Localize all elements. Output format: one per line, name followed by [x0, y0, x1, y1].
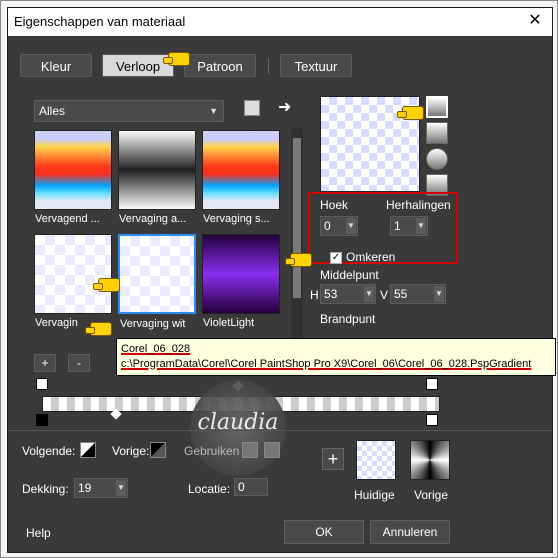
dekking-value: 19 — [78, 481, 92, 495]
material-properties-dialog: Eigenschappen van materiaal ✕ Kleur Verl… — [7, 7, 556, 553]
tooltip-path: c:\ProgramData\Corel\Corel PaintShop Pro… — [121, 358, 532, 370]
gradient-swatch-3[interactable]: Vervaging s... — [202, 130, 280, 225]
h-value: 53 — [324, 287, 338, 301]
close-icon[interactable]: ✕ — [524, 10, 546, 32]
pointing-hand-icon — [85, 322, 112, 336]
watermark-logo: claudia — [190, 380, 286, 476]
color-stop-end[interactable] — [426, 378, 438, 390]
opacity-stop-start[interactable] — [36, 414, 48, 426]
gebruiken-label: Gebruiken — [184, 444, 240, 458]
chevron-down-icon[interactable]: ▼ — [416, 218, 426, 234]
library-icon[interactable] — [244, 100, 260, 116]
gradient-label-3: Vervaging s... — [203, 213, 270, 225]
dekking-input[interactable]: 19 ▼ — [74, 478, 128, 498]
opacity-stop-end[interactable] — [426, 414, 438, 426]
tab-kleur[interactable]: Kleur — [20, 54, 92, 77]
section-divider — [8, 430, 552, 431]
category-value: Alles — [39, 104, 66, 118]
gradient-swatch-4[interactable]: Vervagin — [34, 234, 112, 329]
gradient-swatch-2[interactable]: Vervaging a... — [118, 130, 196, 225]
chevron-down-icon[interactable]: ▼ — [116, 480, 126, 496]
previous-stop-button[interactable] — [150, 442, 166, 458]
hoek-value: 0 — [324, 219, 331, 233]
current-material-preview[interactable] — [356, 440, 396, 480]
help-link[interactable]: Help — [26, 526, 51, 540]
tab-divider — [268, 58, 269, 74]
radial-style-button[interactable] — [426, 148, 448, 170]
tooltip-name: Corel_06_028 — [121, 343, 191, 355]
pointing-hand-icon — [397, 106, 424, 120]
locatie-label: Locatie: — [188, 482, 231, 496]
chevron-down-icon[interactable]: ▼ — [434, 286, 444, 302]
watermark-text: claudia — [197, 410, 279, 435]
pointing-hand-icon — [285, 253, 312, 267]
volgende-label: Volgende: — [22, 444, 76, 458]
herhalingen-value: 1 — [394, 219, 401, 233]
scrollbar-thumb[interactable] — [293, 138, 301, 298]
omkeren-label: Omkeren — [346, 250, 396, 264]
cancel-button[interactable]: Annuleren — [370, 520, 450, 544]
gradient-swatch-6[interactable]: VioletLight — [202, 234, 280, 329]
gradient-swatch-1[interactable]: Vervagend ... — [34, 130, 112, 225]
h-label: H — [310, 288, 319, 302]
middelpunt-label: Middelpunt — [320, 268, 379, 282]
color-stop-start[interactable] — [36, 378, 48, 390]
add-stop-button[interactable]: + — [34, 354, 56, 372]
tab-textuur[interactable]: Textuur — [280, 54, 352, 77]
gradient-tooltip: Corel_06_028 c:\ProgramData\Corel\Corel … — [116, 338, 556, 376]
vorige-preview-label: Vorige — [414, 488, 449, 502]
hoek-input[interactable]: 0 ▼ — [320, 216, 358, 236]
brandpunt-label: Brandpunt — [320, 312, 376, 326]
linear-style-button[interactable] — [426, 96, 448, 118]
gradient-label-1: Vervagend ... — [35, 213, 100, 225]
vorige-label: Vorige: — [112, 444, 150, 458]
pointing-hand-icon — [163, 52, 190, 66]
add-to-swatches-button[interactable]: + — [322, 448, 344, 470]
dekking-label: Dekking: — [22, 482, 69, 496]
herhalingen-input[interactable]: 1 ▼ — [390, 216, 428, 236]
screenshot-frame: Eigenschappen van materiaal ✕ Kleur Verl… — [0, 0, 558, 558]
v-input[interactable]: 55 ▼ — [390, 284, 446, 304]
tab-patroon[interactable]: Patroon — [184, 54, 256, 77]
herhalingen-label: Herhalingen — [386, 198, 451, 212]
gradient-label-5: Vervaging wit — [120, 318, 186, 330]
gradient-label-6: VioletLight — [203, 317, 255, 329]
category-dropdown[interactable]: Alles ▼ — [34, 100, 224, 122]
gradient-swatch-5-selected[interactable]: Vervaging wit — [118, 234, 196, 330]
v-label: V — [380, 288, 389, 302]
hoek-label: Hoek — [320, 198, 349, 212]
title-bar: Eigenschappen van materiaal ✕ — [8, 8, 552, 36]
dialog-title: Eigenschappen van materiaal — [14, 14, 186, 29]
chevron-down-icon[interactable]: ▼ — [346, 218, 356, 234]
pointing-hand-icon — [93, 278, 120, 292]
huidige-label: Huidige — [354, 488, 395, 502]
use-color-swatch-2[interactable] — [264, 442, 280, 458]
locatie-input[interactable]: 0 — [234, 478, 268, 496]
v-value: 55 — [394, 287, 408, 301]
tab-bar: Kleur Verloop Patroon Textuur — [8, 46, 552, 82]
next-stop-button[interactable] — [80, 442, 96, 458]
remove-stop-button[interactable]: - — [68, 354, 90, 372]
ok-button[interactable]: OK — [284, 520, 364, 544]
gradient-label-2: Vervaging a... — [119, 213, 187, 225]
rectangular-style-button[interactable] — [426, 122, 448, 144]
chevron-down-icon[interactable]: ▼ — [364, 286, 374, 302]
omkeren-checkbox[interactable]: ✓ — [330, 252, 342, 264]
use-color-swatch[interactable] — [242, 442, 258, 458]
gradient-list-scrollbar[interactable] — [291, 128, 303, 338]
locatie-value: 0 — [238, 480, 245, 494]
h-input[interactable]: 53 ▼ — [320, 284, 376, 304]
previous-material-preview[interactable] — [410, 440, 450, 480]
arrow-right-icon[interactable]: ➜ — [278, 100, 294, 116]
chevron-down-icon: ▼ — [209, 106, 218, 116]
